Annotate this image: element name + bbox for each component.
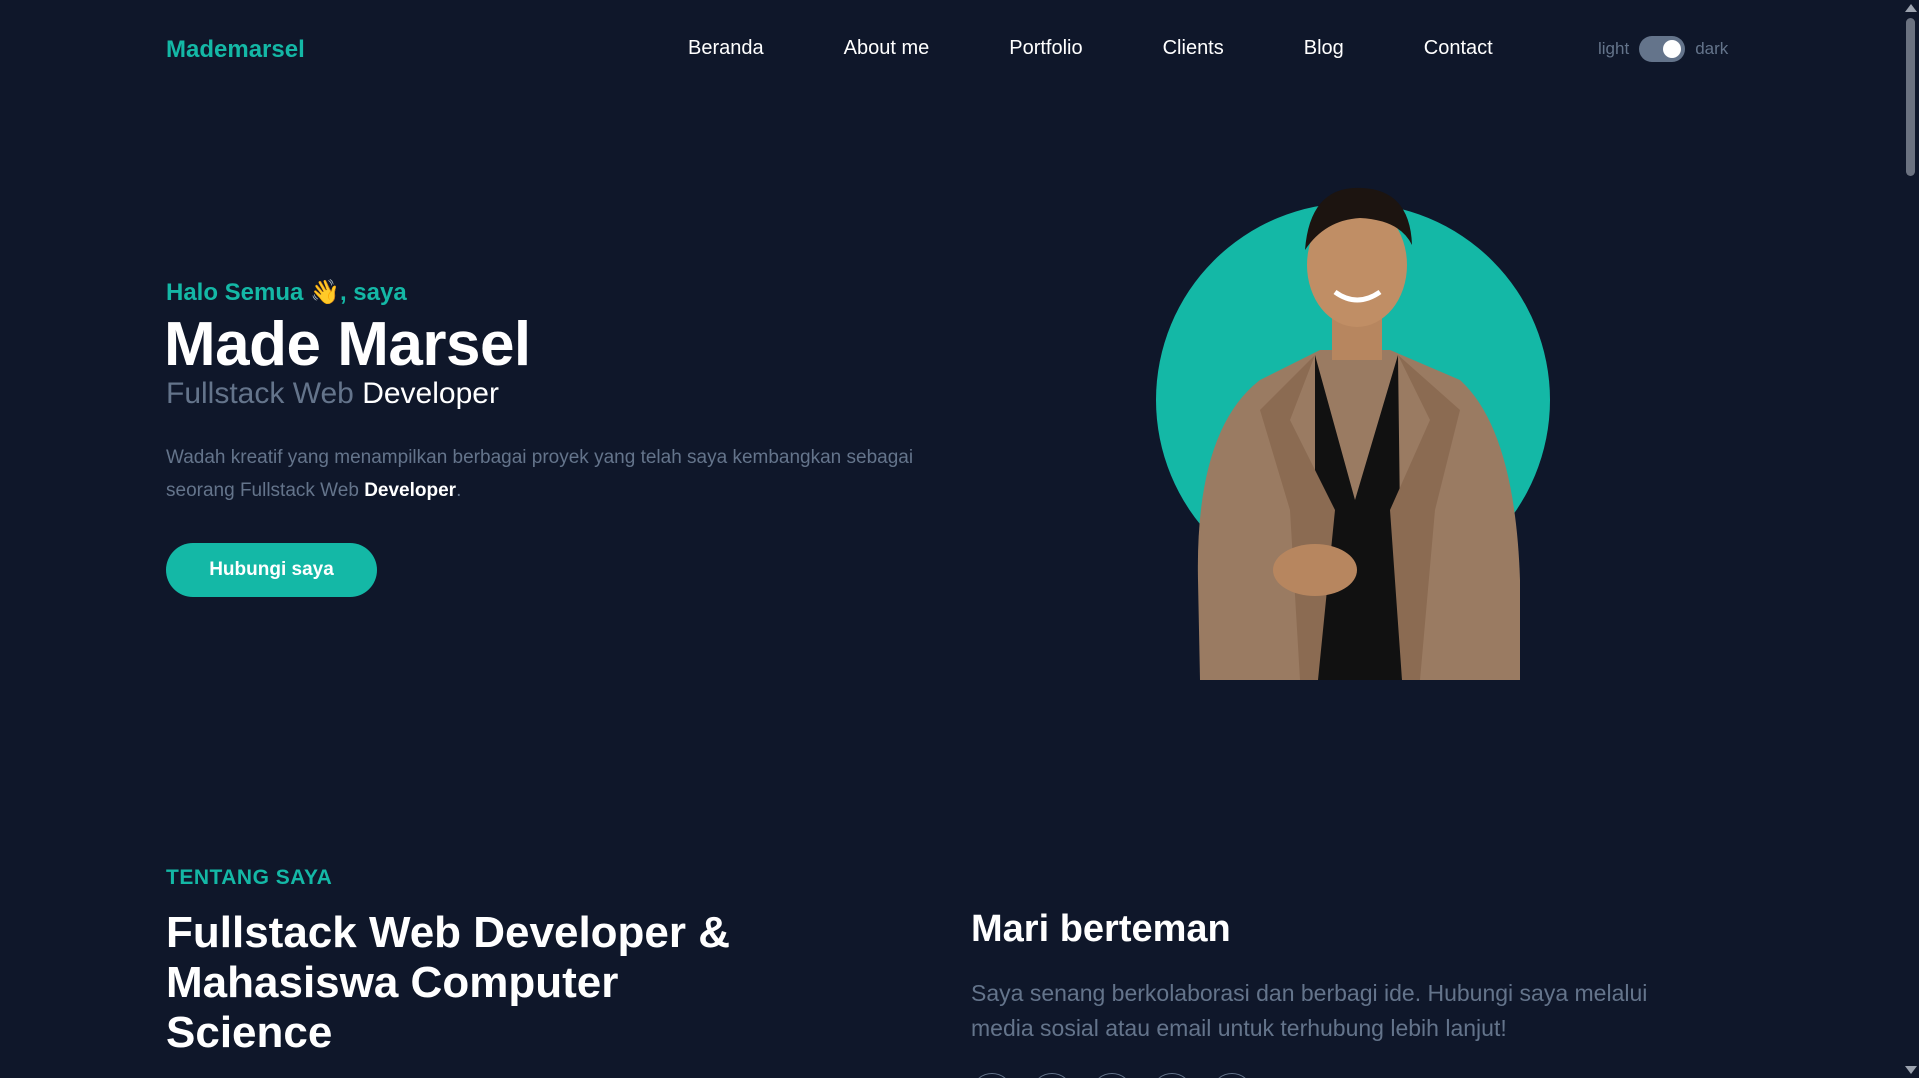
social-link-4[interactable]: [1151, 1073, 1193, 1078]
nav-link-contact[interactable]: Contact: [1424, 37, 1493, 60]
social-link-2[interactable]: [1031, 1073, 1073, 1078]
social-link-3[interactable]: [1091, 1073, 1133, 1078]
site-logo[interactable]: Mademarsel: [166, 36, 305, 64]
hero-role-muted: Fullstack Web: [166, 377, 354, 410]
nav-link-about-me[interactable]: About me: [844, 37, 930, 60]
nav-link-beranda[interactable]: Beranda: [688, 37, 764, 60]
friend-description: Saya senang berkolaborasi dan berbagi id…: [971, 980, 1648, 1041]
social-link-1[interactable]: [971, 1073, 1013, 1078]
hero-description-text: Wadah kreatif yang menampilkan berbagai …: [166, 447, 914, 501]
hero-description-bold: Developer: [364, 480, 457, 501]
social-link-5[interactable]: [1211, 1073, 1253, 1078]
friend-title: Mari berteman: [971, 908, 1231, 950]
scroll-down-arrow-icon[interactable]: [1905, 1066, 1917, 1074]
scrollbar-thumb[interactable]: [1906, 18, 1915, 176]
main-nav: Beranda About me Portfolio Clients Blog …: [688, 37, 1493, 60]
hero-role-strong: Developer: [362, 377, 499, 410]
contact-me-button[interactable]: Hubungi saya: [166, 543, 377, 597]
social-links: [971, 1073, 1253, 1078]
hero-portrait: [1156, 187, 1550, 680]
hero-greeting: Halo Semua 👋, saya: [166, 278, 407, 307]
theme-light-label: light: [1598, 39, 1630, 58]
nav-link-clients[interactable]: Clients: [1163, 37, 1224, 60]
page: Mademarsel Beranda About me Portfolio Cl…: [0, 0, 1919, 1078]
hero-greeting-suffix: , saya: [339, 279, 407, 306]
page-scrollbar[interactable]: [1902, 0, 1919, 1078]
hero-role: Fullstack Web Developer: [166, 377, 499, 411]
theme-dark-label: dark: [1695, 39, 1729, 58]
about-title: Fullstack Web Developer & Mahasiswa Comp…: [166, 908, 731, 1057]
hero-description-suffix: .: [456, 480, 462, 501]
nav-link-blog[interactable]: Blog: [1304, 37, 1344, 60]
theme-toggle: light dark: [1598, 36, 1728, 62]
nav-link-portfolio[interactable]: Portfolio: [1009, 37, 1082, 60]
hero-name: Made Marsel: [164, 310, 531, 379]
hero-greeting-prefix: Halo Semua: [166, 279, 311, 306]
theme-switch[interactable]: [1639, 36, 1686, 62]
about-section-label: TENTANG SAYA: [166, 866, 333, 889]
waving-hand-icon: 👋: [310, 279, 340, 306]
hero-description: Wadah kreatif yang menampilkan berbagai …: [166, 441, 946, 507]
scroll-up-arrow-icon[interactable]: [1905, 4, 1917, 12]
theme-switch-knob: [1663, 40, 1682, 58]
